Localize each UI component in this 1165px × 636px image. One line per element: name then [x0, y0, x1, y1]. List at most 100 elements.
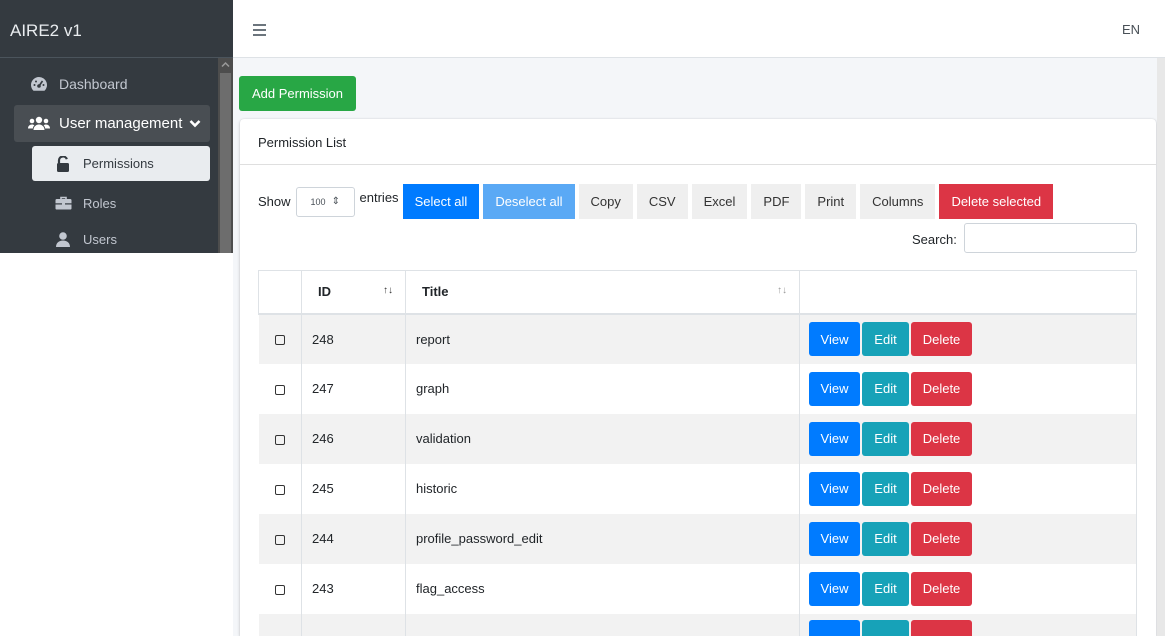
chevron-down-icon [189, 119, 201, 128]
sidebar-item-label: Dashboard [59, 76, 128, 92]
sidebar-item-label: Roles [83, 195, 117, 211]
row-title: profile_password_edit [405, 513, 800, 564]
row-actions: View Edit Delete [799, 363, 1137, 414]
row-actions: View Edit Delete [799, 413, 1137, 464]
row-id [301, 613, 406, 636]
sidebar-item-label: Users [83, 232, 117, 247]
column-header-title[interactable]: Title ↑↓ [405, 270, 800, 315]
row-actions: View Edit Delete [799, 513, 1137, 564]
view-button[interactable]: View [809, 571, 860, 606]
search-label: Search: [912, 232, 957, 247]
row-actions: View Edit Delete [799, 563, 1137, 614]
briefcase-icon [52, 196, 74, 210]
language-selector[interactable]: EN [1122, 22, 1140, 37]
columns-button[interactable]: Columns [860, 184, 936, 219]
scroll-up-arrow-icon[interactable] [221, 61, 230, 68]
delete-button[interactable]: Delete [911, 322, 972, 356]
delete-button[interactable]: Delete [911, 471, 972, 506]
delete-button[interactable]: Delete [911, 421, 972, 456]
row-checkbox[interactable] [274, 384, 285, 395]
search-input[interactable] [964, 223, 1137, 253]
edit-button[interactable]: Edit [862, 371, 909, 406]
page-length-select[interactable]: 100 ⇕ [295, 186, 355, 217]
sidebar-scroll-thumb[interactable] [220, 73, 231, 253]
top-navbar: EN [233, 0, 1165, 58]
edit-button[interactable]: Edit [862, 521, 909, 556]
row-title: report [405, 313, 800, 364]
sidebar-item-roles[interactable]: Roles [32, 187, 210, 219]
brand-title[interactable]: AIRE2 v1 [0, 0, 233, 58]
main-content: Add Permission Permission List Show 100 … [233, 58, 1165, 636]
row-title: validation [405, 413, 800, 464]
table-controls: Show 100 ⇕ entries Select all Deselect a… [258, 184, 1057, 219]
sidebar-item-users[interactable]: Users [32, 226, 210, 253]
table-row: 247 graph View Edit Delete [258, 363, 1137, 414]
sidebar-item-permissions[interactable]: Permissions [32, 146, 210, 181]
column-header-select [258, 270, 302, 315]
sidebar-item-user-management[interactable]: User management [14, 105, 210, 142]
table-row: 244 profile_password_edit View Edit Delete [258, 513, 1137, 564]
row-title: flag_access [405, 563, 800, 614]
add-permission-button[interactable]: Add Permission [239, 76, 356, 111]
row-checkbox[interactable] [274, 534, 285, 545]
sort-both-icon: ↑↓ [777, 285, 787, 296]
column-header-id[interactable]: ID ↑↓ [301, 270, 406, 315]
column-header-actions [799, 270, 1137, 315]
entries-label: entries [359, 190, 399, 205]
view-button[interactable]: View [809, 371, 860, 406]
row-id: 243 [301, 563, 406, 614]
pdf-button[interactable]: PDF [751, 184, 802, 219]
row-title: graph [405, 363, 800, 414]
row-checkbox[interactable] [274, 434, 285, 445]
view-button[interactable] [809, 620, 860, 636]
edit-button[interactable] [862, 620, 909, 636]
row-checkbox-cell [258, 313, 302, 364]
table-row: 248 report View Edit Delete [258, 313, 1137, 364]
card-title: Permission List [240, 119, 1156, 165]
sidebar-item-dashboard[interactable]: Dashboard [14, 66, 210, 102]
row-checkbox-cell [258, 513, 302, 564]
table-row: 243 flag_access View Edit Delete [258, 563, 1137, 614]
delete-button[interactable] [911, 620, 972, 636]
dashboard-gauge-icon [28, 76, 50, 92]
print-button[interactable]: Print [805, 184, 857, 219]
row-checkbox-cell [258, 463, 302, 514]
row-checkbox[interactable] [274, 584, 285, 595]
view-button[interactable]: View [809, 322, 860, 356]
edit-button[interactable]: Edit [862, 471, 909, 506]
view-button[interactable]: View [809, 421, 860, 456]
delete-button[interactable]: Delete [911, 371, 972, 406]
column-header-label: Title [422, 284, 449, 300]
row-checkbox-cell [258, 363, 302, 414]
edit-button[interactable]: Edit [862, 322, 909, 356]
deselect-all-button[interactable]: Deselect all [483, 184, 575, 219]
hamburger-menu-icon[interactable] [253, 24, 266, 36]
sidebar-scrollbar[interactable] [218, 58, 233, 253]
delete-button[interactable]: Delete [911, 571, 972, 606]
show-label: Show [258, 194, 291, 209]
row-checkbox[interactable] [274, 484, 285, 495]
row-checkbox-cell [258, 613, 302, 636]
page-length-value: 100 [310, 196, 326, 207]
edit-button[interactable]: Edit [862, 571, 909, 606]
view-button[interactable]: View [809, 521, 860, 556]
row-id: 244 [301, 513, 406, 564]
row-actions [799, 613, 1137, 636]
copy-button[interactable]: Copy [578, 184, 633, 219]
delete-button[interactable]: Delete [911, 521, 972, 556]
delete-selected-button[interactable]: Delete selected [939, 184, 1054, 219]
page-scrollbar[interactable] [1157, 58, 1165, 636]
csv-button[interactable]: CSV [636, 184, 688, 219]
select-all-button[interactable]: Select all [402, 184, 480, 219]
row-id: 246 [301, 413, 406, 464]
sidebar-item-label: User management [59, 115, 183, 132]
sidebar-item-label: Permissions [83, 156, 154, 171]
row-checkbox[interactable] [274, 335, 285, 346]
excel-button[interactable]: Excel [691, 184, 748, 219]
users-icon [28, 116, 50, 131]
column-header-label: ID [318, 284, 331, 300]
select-arrows-icon: ⇕ [331, 196, 340, 207]
edit-button[interactable]: Edit [862, 421, 909, 456]
view-button[interactable]: View [809, 471, 860, 506]
row-checkbox-cell [258, 413, 302, 464]
